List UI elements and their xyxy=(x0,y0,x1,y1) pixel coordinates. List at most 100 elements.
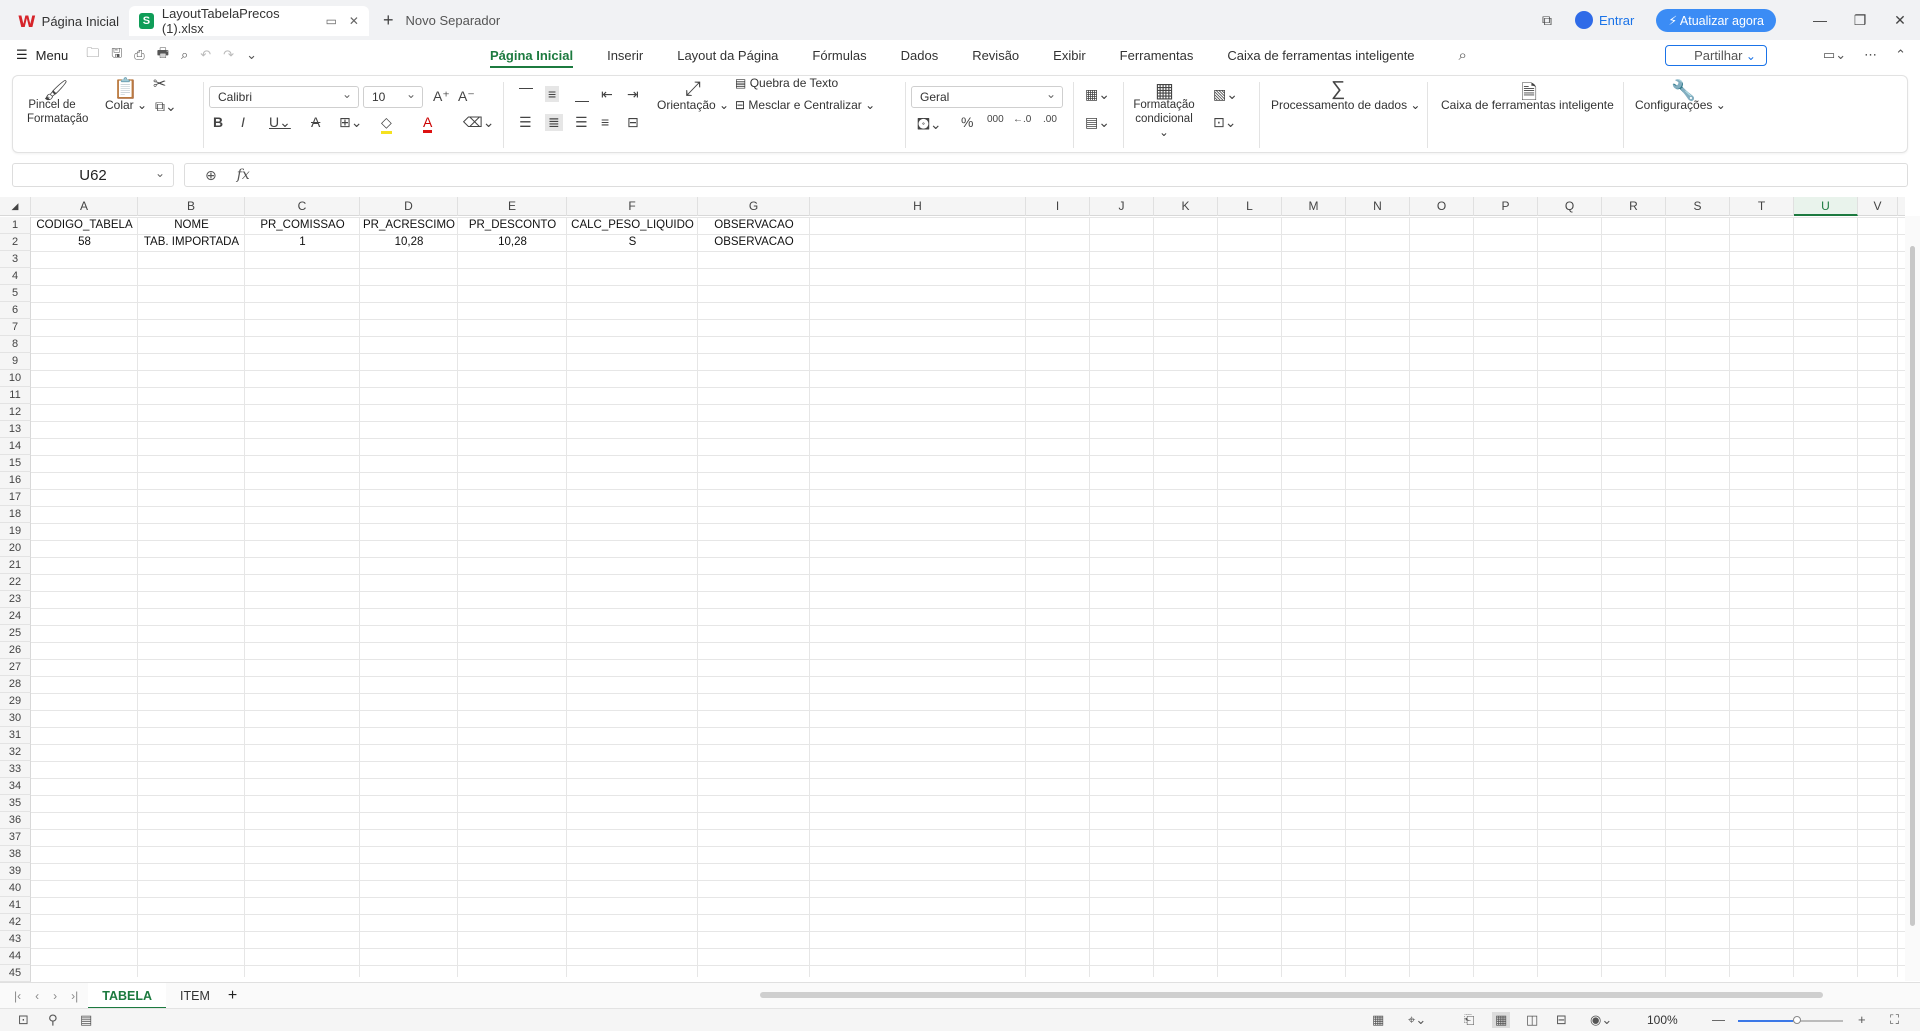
align-bottom-icon[interactable]: ⎽ xyxy=(575,86,589,103)
last-sheet-icon[interactable]: ›| xyxy=(71,989,78,1003)
align-right-icon[interactable]: ☰ xyxy=(575,114,588,131)
comment-icon[interactable]: ▭⌄ xyxy=(1823,47,1846,63)
page-break-view-icon[interactable]: ◫ xyxy=(1526,1012,1538,1028)
row-header-13[interactable]: 13 xyxy=(0,421,31,438)
row-header-7[interactable]: 7 xyxy=(0,319,31,336)
decrease-indent-icon[interactable]: ⇤ xyxy=(601,86,613,103)
row-header-23[interactable]: 23 xyxy=(0,591,31,608)
smart-toolbox-button[interactable]: Caixa de ferramentas inteligente xyxy=(1441,98,1614,112)
row-header-12[interactable]: 12 xyxy=(0,404,31,421)
fill-color-icon[interactable]: ◇ xyxy=(381,114,392,134)
row-header-37[interactable]: 37 xyxy=(0,829,31,846)
cell-b1[interactable]: NOME xyxy=(138,217,245,234)
cut-icon[interactable]: ✂ xyxy=(153,74,166,94)
column-header-e[interactable]: E xyxy=(458,197,567,216)
row-header-22[interactable]: 22 xyxy=(0,574,31,591)
currency-icon[interactable]: 🖸⌄ xyxy=(917,114,942,138)
tab-caixa-ferramentas[interactable]: Caixa de ferramentas inteligente xyxy=(1227,40,1414,70)
table-style-icon[interactable]: ▦⌄ xyxy=(1085,86,1110,103)
maximize-icon[interactable]: ❐ xyxy=(1840,12,1880,29)
column-header-m[interactable]: M xyxy=(1282,197,1346,216)
cell-mode-icon[interactable]: ⌖⌄ xyxy=(1408,1012,1426,1028)
row-header-25[interactable]: 25 xyxy=(0,625,31,642)
minimize-icon[interactable]: — xyxy=(1800,12,1840,28)
cells-area[interactable]: CODIGO_TABELA NOME PR_COMISSAO PR_ACRESCIMO… xyxy=(31,217,1905,977)
align-middle-icon[interactable]: ≡ xyxy=(545,86,560,102)
row-header-11[interactable]: 11 xyxy=(0,387,31,404)
decrease-font-icon[interactable]: A⁻ xyxy=(458,88,475,105)
row-header-10[interactable]: 10 xyxy=(0,370,31,387)
clear-format-icon[interactable]: ⌫⌄ xyxy=(463,114,495,131)
cell-g2[interactable]: OBSERVACAO xyxy=(698,234,810,251)
cell-g1[interactable]: OBSERVACAO xyxy=(698,217,810,234)
column-header-d[interactable]: D xyxy=(360,197,458,216)
row-header-34[interactable]: 34 xyxy=(0,778,31,795)
cell-b2[interactable]: TAB. IMPORTADA xyxy=(138,234,245,251)
close-tab-icon[interactable]: ✕ xyxy=(349,14,359,28)
new-tab-button[interactable]: + Novo Separador xyxy=(383,10,500,31)
italic-icon[interactable]: I xyxy=(241,114,245,130)
align-top-icon[interactable]: ⎺ xyxy=(519,86,533,103)
column-header-o[interactable]: O xyxy=(1410,197,1474,216)
column-header-n[interactable]: N xyxy=(1346,197,1410,216)
tab-ferramentas[interactable]: Ferramentas xyxy=(1120,40,1194,70)
column-header-u[interactable]: U xyxy=(1794,197,1858,216)
row-header-21[interactable]: 21 xyxy=(0,557,31,574)
cell-c2[interactable]: 1 xyxy=(245,234,360,251)
page-view-icon[interactable]: ▤ xyxy=(80,1012,92,1028)
row-header-4[interactable]: 4 xyxy=(0,268,31,285)
column-header-t[interactable]: T xyxy=(1730,197,1794,216)
signin-button[interactable]: Entrar xyxy=(1574,11,1634,29)
row-header-14[interactable]: 14 xyxy=(0,438,31,455)
zoom-in-icon[interactable]: + xyxy=(1858,1012,1866,1027)
font-size-select[interactable]: 10 xyxy=(363,86,423,108)
tab-exibir[interactable]: Exibir xyxy=(1053,40,1086,70)
formula-input[interactable]: ⊕ fx xyxy=(184,163,1908,187)
wrap-text-button[interactable]: ▤ Quebra de Texto xyxy=(735,76,838,90)
zoom-slider-knob[interactable] xyxy=(1792,1016,1801,1024)
column-header-p[interactable]: P xyxy=(1474,197,1538,216)
strikethrough-icon[interactable]: A xyxy=(311,114,320,130)
fullscreen-icon[interactable]: ⛶ xyxy=(1890,1012,1899,1028)
cell-f1[interactable]: CALC_PESO_LIQUIDO xyxy=(567,217,698,234)
fill-icon[interactable]: ▧⌄ xyxy=(1213,86,1238,103)
row-header-3[interactable]: 3 xyxy=(0,251,31,268)
row-header-38[interactable]: 38 xyxy=(0,846,31,863)
tab-home[interactable]: W Página Inicial xyxy=(8,6,129,36)
row-header-45[interactable]: 45 xyxy=(0,965,31,982)
share-button[interactable]: Partilhar ⌄ xyxy=(1665,44,1767,66)
zoom-slider[interactable] xyxy=(1738,1016,1843,1024)
row-header-28[interactable]: 28 xyxy=(0,676,31,693)
row-header-40[interactable]: 40 xyxy=(0,880,31,897)
thousands-icon[interactable]: 000 xyxy=(987,114,1004,125)
cell-a2[interactable]: 58 xyxy=(31,234,138,251)
borders-icon[interactable]: ⊞⌄ xyxy=(339,114,362,131)
column-header-j[interactable]: J xyxy=(1090,197,1154,216)
macro-icon[interactable]: ⊡ xyxy=(18,1012,29,1028)
column-header-v[interactable]: V xyxy=(1858,197,1898,216)
column-header-q[interactable]: Q xyxy=(1538,197,1602,216)
normal-view-icon[interactable]: ▦ xyxy=(1492,1012,1511,1028)
row-header-15[interactable]: 15 xyxy=(0,455,31,472)
table-mode-icon[interactable]: ▦ xyxy=(1372,1012,1384,1028)
close-window-icon[interactable]: ✕ xyxy=(1880,12,1920,29)
accessibility-icon[interactable]: ⚲ xyxy=(48,1012,58,1028)
justify-icon[interactable]: ≡ xyxy=(601,114,609,130)
reading-mode-icon[interactable]: ◉⌄ xyxy=(1590,1012,1612,1028)
next-sheet-icon[interactable]: › xyxy=(53,989,57,1003)
cell-border-icon[interactable]: ⊡⌄ xyxy=(1213,114,1236,131)
column-header-g[interactable]: G xyxy=(698,197,810,216)
select-all-corner[interactable]: ◢ xyxy=(0,197,31,216)
row-header-29[interactable]: 29 xyxy=(0,693,31,710)
font-color-icon[interactable]: A xyxy=(423,114,433,133)
vertical-scrollbar[interactable] xyxy=(1905,216,1920,981)
copy-icon[interactable]: ⧉⌄ xyxy=(155,98,177,115)
row-header-16[interactable]: 16 xyxy=(0,472,31,489)
merge-center-button[interactable]: ⊟ Mesclar e Centralizar ⌄ xyxy=(735,98,875,112)
row-header-44[interactable]: 44 xyxy=(0,948,31,965)
align-center-icon[interactable]: ≣ xyxy=(545,114,563,131)
row-header-39[interactable]: 39 xyxy=(0,863,31,880)
row-header-9[interactable]: 9 xyxy=(0,353,31,370)
decrease-decimal-icon[interactable]: .00 xyxy=(1043,114,1057,125)
first-sheet-icon[interactable]: |‹ xyxy=(14,989,21,1003)
